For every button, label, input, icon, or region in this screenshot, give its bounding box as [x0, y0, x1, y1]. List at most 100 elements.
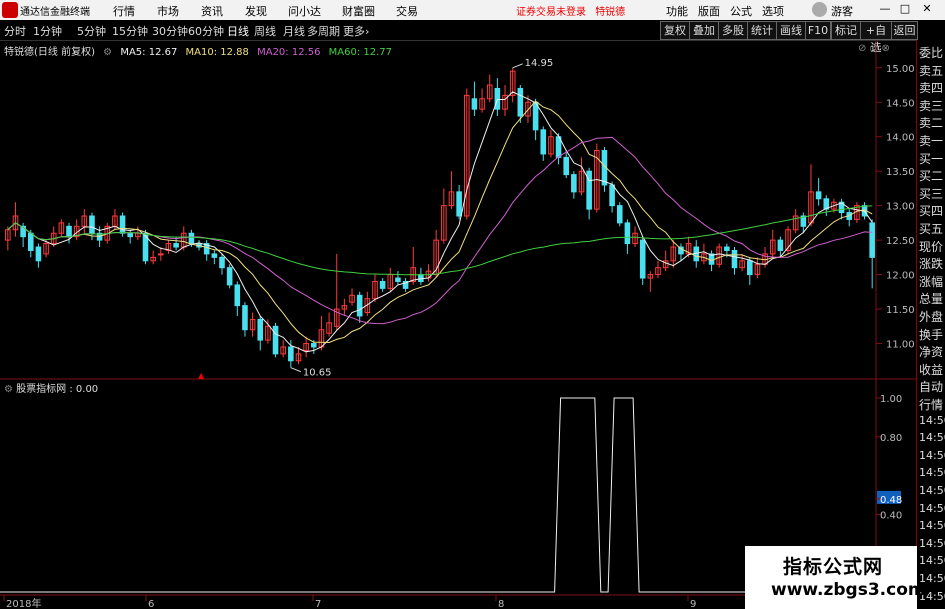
- draw-line-button[interactable]: 画线: [776, 21, 806, 40]
- tab-monthly[interactable]: 月线: [283, 23, 305, 39]
- quote-panel-item[interactable]: 14:50: [919, 414, 945, 427]
- quote-panel-item[interactable]: 自动: [919, 378, 943, 395]
- quote-panel-item[interactable]: 外盘: [919, 308, 943, 325]
- menu-options[interactable]: 选项: [762, 3, 784, 19]
- quote-panel-item[interactable]: 14:50: [919, 449, 945, 462]
- tab-more[interactable]: 更多›: [343, 23, 369, 39]
- watermark-url: www.zbgs3.com: [771, 580, 926, 600]
- menu-market[interactable]: 市场: [157, 3, 179, 19]
- menu-discover[interactable]: 发现: [245, 3, 267, 19]
- tab-15min[interactable]: 15分钟: [112, 23, 148, 39]
- quote-panel-item[interactable]: 委比: [919, 44, 943, 61]
- candle-body: [532, 101, 539, 131]
- quote-panel-item[interactable]: 14:50: [919, 431, 945, 444]
- quote-panel-item[interactable]: 14:50: [919, 466, 945, 479]
- f10-button[interactable]: F10: [805, 21, 831, 40]
- statistics-button[interactable]: 统计: [747, 21, 777, 40]
- tab-5min[interactable]: 5分钟: [77, 23, 106, 39]
- quote-panel-item[interactable]: 收益: [919, 361, 943, 378]
- quote-panel-item[interactable]: 卖四: [919, 79, 943, 96]
- chart-controls-icon[interactable]: ⊘ ◎ ⊗: [858, 43, 890, 54]
- quote-panel-item[interactable]: 现价: [919, 238, 943, 255]
- candle-body: [418, 274, 424, 282]
- guest-label[interactable]: 游客: [831, 3, 853, 19]
- menu-layout[interactable]: 版面: [698, 3, 720, 19]
- candle-body: [609, 184, 615, 207]
- price-axis-label: 11.50: [886, 305, 915, 316]
- candle-body: [456, 191, 462, 217]
- period-toolbar: 分时 1分钟 5分钟 15分钟 30分钟 60分钟 日线 周线 月线 多周期 更…: [0, 20, 945, 54]
- quote-panel-item[interactable]: 卖五: [919, 62, 943, 79]
- settings-icon[interactable]: ⚙: [103, 47, 112, 58]
- tab-30min[interactable]: 30分钟: [152, 23, 188, 39]
- tab-weekly[interactable]: 周线: [254, 23, 276, 39]
- quote-panel-item[interactable]: 14:50: [919, 537, 945, 550]
- time-axis-label: 2018年: [6, 597, 41, 609]
- menu-news[interactable]: 资讯: [201, 3, 223, 19]
- add-watchlist-button[interactable]: +自选: [860, 21, 892, 54]
- mark-button[interactable]: 标记: [831, 21, 861, 40]
- menu-trade[interactable]: 交易: [396, 3, 418, 19]
- app-logo-icon: [2, 2, 18, 18]
- menu-market-quotes[interactable]: 行情: [113, 3, 135, 19]
- quote-panel-item[interactable]: 14:50: [919, 554, 945, 567]
- menu-assistant[interactable]: 问小达: [288, 3, 321, 19]
- minimize-button[interactable]: —: [878, 2, 892, 17]
- top-menu-bar: 通达信金融终端 行情 市场 资讯 发现 问小达 财富圈 交易 证券交易未登录 特…: [0, 0, 945, 20]
- quote-panel-item[interactable]: 14:50: [919, 502, 945, 515]
- candle-body: [571, 174, 577, 193]
- user-avatar-icon[interactable]: [812, 2, 827, 17]
- menu-formula[interactable]: 公式: [730, 3, 752, 19]
- quote-panel-item[interactable]: 14:50: [919, 484, 945, 497]
- quote-panel-item[interactable]: 换手: [919, 326, 943, 343]
- menu-functions[interactable]: 功能: [666, 3, 688, 19]
- quote-panel-item[interactable]: 买二: [919, 167, 943, 184]
- tab-multi-period[interactable]: 多周期: [307, 23, 340, 39]
- menu-wealth-circle[interactable]: 财富圈: [342, 3, 375, 19]
- ma10-line: [7, 100, 873, 344]
- tab-time-share[interactable]: 分时: [4, 23, 26, 39]
- ma10-value: MA10: 12.88: [185, 47, 249, 58]
- close-button[interactable]: ✕: [920, 2, 934, 17]
- candle-body: [540, 129, 547, 155]
- price-axis-label: 14.00: [886, 133, 915, 144]
- candle-body: [310, 343, 317, 348]
- quote-panel-item[interactable]: 卖三: [919, 97, 943, 114]
- quote-panel-item[interactable]: 涨跌: [919, 255, 943, 272]
- candle-body: [494, 87, 501, 110]
- candle-body: [234, 284, 241, 307]
- tab-daily[interactable]: 日线: [227, 23, 249, 39]
- kline-chart[interactable]: 15.00 14.50 14.00 13.50 13.00 12.50 12.00 11.50…: [0, 40, 916, 609]
- overlay-button[interactable]: 叠加: [689, 21, 719, 40]
- adjust-button[interactable]: 复权: [660, 21, 690, 40]
- multi-stock-button[interactable]: 多股: [718, 21, 748, 40]
- candle-body: [173, 243, 179, 248]
- quote-panel-item[interactable]: 卖一: [919, 132, 943, 149]
- quote-panel-item[interactable]: 买一: [919, 150, 943, 167]
- sub-axis-label: 0.80: [880, 433, 902, 444]
- watermark-title: 指标公式网: [783, 556, 884, 578]
- quote-panel-item[interactable]: 总量: [919, 290, 943, 307]
- settings-icon[interactable]: ⚙: [4, 384, 13, 395]
- candle-body: [869, 222, 875, 258]
- quote-panel-item[interactable]: 买四: [919, 202, 943, 219]
- tab-1min[interactable]: 1分钟: [33, 23, 62, 39]
- stock-title: 特锐德(日线 前复权): [4, 47, 95, 58]
- quote-panel-item[interactable]: 14:50: [919, 519, 945, 532]
- quote-panel-item[interactable]: 买三: [919, 185, 943, 202]
- back-button[interactable]: 返回: [891, 21, 918, 40]
- tab-60min[interactable]: 60分钟: [188, 23, 224, 39]
- chevron-right-icon: ›: [365, 25, 370, 38]
- maximize-button[interactable]: □: [898, 2, 912, 17]
- quote-panel-item[interactable]: 涨幅: [919, 273, 943, 290]
- candle-body: [777, 239, 784, 251]
- site-watermark: 指标公式网 www.zbgs3.com: [745, 546, 926, 609]
- login-notice[interactable]: 证券交易未登录 特锐德: [516, 3, 625, 18]
- high-price-label: 14.95: [525, 58, 554, 69]
- quote-panel-item[interactable]: 卖二: [919, 114, 943, 131]
- candle-body: [89, 215, 95, 234]
- quote-panel-item[interactable]: 净资: [919, 343, 943, 360]
- time-axis-label: 8: [498, 599, 504, 609]
- quote-panel-item[interactable]: 买五: [919, 220, 943, 237]
- quote-panel-item[interactable]: 行情: [919, 396, 943, 413]
